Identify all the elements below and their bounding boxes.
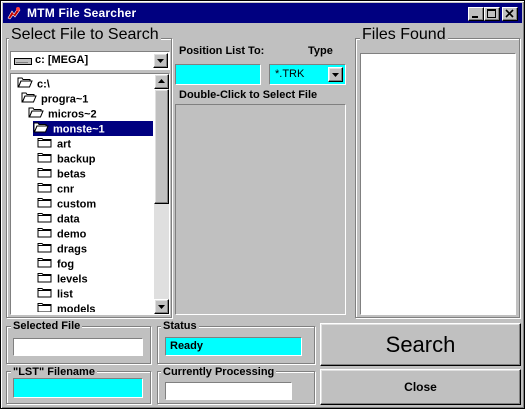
type-select[interactable]: *.TRK	[269, 64, 346, 85]
directory-item[interactable]: micros~2	[28, 106, 97, 121]
select-file-label: Select File to Search	[9, 26, 161, 44]
lst-filename-label: "LST" Filename	[11, 366, 97, 378]
directory-item[interactable]: levels	[37, 271, 88, 286]
directory-item-label: list	[57, 288, 73, 301]
directory-item[interactable]: c:\	[17, 76, 50, 91]
maximize-button[interactable]	[484, 7, 500, 21]
file-list-label: Double-Click to Select File	[179, 89, 318, 101]
directory-item[interactable]: art	[37, 136, 71, 151]
selected-file-label: Selected File	[11, 320, 83, 332]
folder-icon	[37, 301, 53, 312]
drive-icon	[14, 58, 32, 65]
directory-item-label: c:\	[37, 78, 50, 91]
directory-item-label: art	[57, 138, 72, 151]
close-icon	[505, 9, 514, 18]
scroll-thumb[interactable]	[154, 89, 169, 204]
directory-list[interactable]: c:\ progra~1 micros~2 monste~1 art backup beta…	[10, 73, 170, 315]
position-label: Position List To:	[179, 45, 265, 57]
processing-field	[165, 382, 292, 400]
directory-item-label: monste~1	[53, 123, 105, 136]
main-window: MTM File Searcher Select File to Search …	[0, 0, 525, 409]
type-dropdown-button[interactable]	[328, 67, 343, 82]
directory-item[interactable]: models	[37, 301, 96, 312]
arrow-down-icon	[158, 305, 165, 309]
minimize-icon	[472, 16, 478, 18]
directory-item-label: backup	[57, 153, 96, 166]
directory-item[interactable]: backup	[37, 151, 96, 166]
status-field: Ready	[165, 337, 302, 356]
drive-value: c: [MEGA]	[35, 54, 89, 66]
drive-dropdown-button[interactable]	[153, 53, 168, 68]
directory-item-label: fog	[57, 258, 75, 271]
directory-item-label: cnr	[57, 183, 75, 196]
status-label: Status	[161, 320, 199, 332]
directory-item[interactable]: data	[37, 211, 80, 226]
app-icon	[7, 7, 21, 20]
scroll-up-button[interactable]	[154, 74, 169, 89]
directory-item-label: drags	[57, 243, 87, 256]
search-button[interactable]: Search	[320, 323, 521, 366]
file-list[interactable]	[175, 104, 346, 315]
type-value: *.TRK	[275, 68, 305, 80]
title-bar[interactable]: MTM File Searcher	[3, 3, 522, 23]
processing-label: Currently Processing	[161, 366, 277, 378]
directory-item[interactable]: demo	[37, 226, 86, 241]
directory-scrollbar[interactable]	[154, 74, 169, 314]
directory-item-label: data	[57, 213, 80, 226]
directory-item-label: levels	[57, 273, 88, 286]
position-input[interactable]	[175, 64, 261, 85]
files-found-label: Files Found	[360, 26, 448, 44]
type-label: Type	[308, 45, 333, 57]
directory-items: c:\ progra~1 micros~2 monste~1 art backup beta…	[13, 76, 153, 312]
directory-item[interactable]: list	[37, 286, 73, 301]
drive-select[interactable]: c: [MEGA]	[10, 51, 170, 70]
files-found-list[interactable]	[360, 53, 516, 315]
directory-item-label: custom	[57, 198, 97, 211]
window-title: MTM File Searcher	[27, 6, 137, 20]
directory-item-label: models	[57, 303, 96, 312]
selected-file-field[interactable]	[13, 338, 143, 356]
directory-item-label: progra~1	[41, 93, 89, 106]
close-button[interactable]: Close	[320, 369, 521, 405]
chevron-down-icon	[332, 73, 339, 77]
close-window-button[interactable]	[502, 7, 518, 21]
directory-item[interactable]: monste~1	[33, 121, 153, 136]
minimize-button[interactable]	[468, 7, 484, 21]
arrow-up-icon	[158, 79, 165, 83]
chevron-down-icon	[157, 59, 164, 63]
status-value: Ready	[170, 340, 204, 352]
directory-item-label: demo	[57, 228, 87, 241]
directory-item[interactable]: cnr	[37, 181, 74, 196]
directory-item[interactable]: drags	[37, 241, 87, 256]
directory-item[interactable]: custom	[37, 196, 96, 211]
maximize-icon	[487, 9, 496, 18]
directory-item[interactable]: betas	[37, 166, 86, 181]
directory-item-label: betas	[57, 168, 86, 181]
lst-filename-input[interactable]	[13, 378, 143, 398]
scroll-down-button[interactable]	[154, 299, 169, 314]
directory-item[interactable]: progra~1	[21, 91, 88, 106]
directory-item[interactable]: fog	[37, 256, 74, 271]
directory-item-label: micros~2	[48, 108, 97, 121]
